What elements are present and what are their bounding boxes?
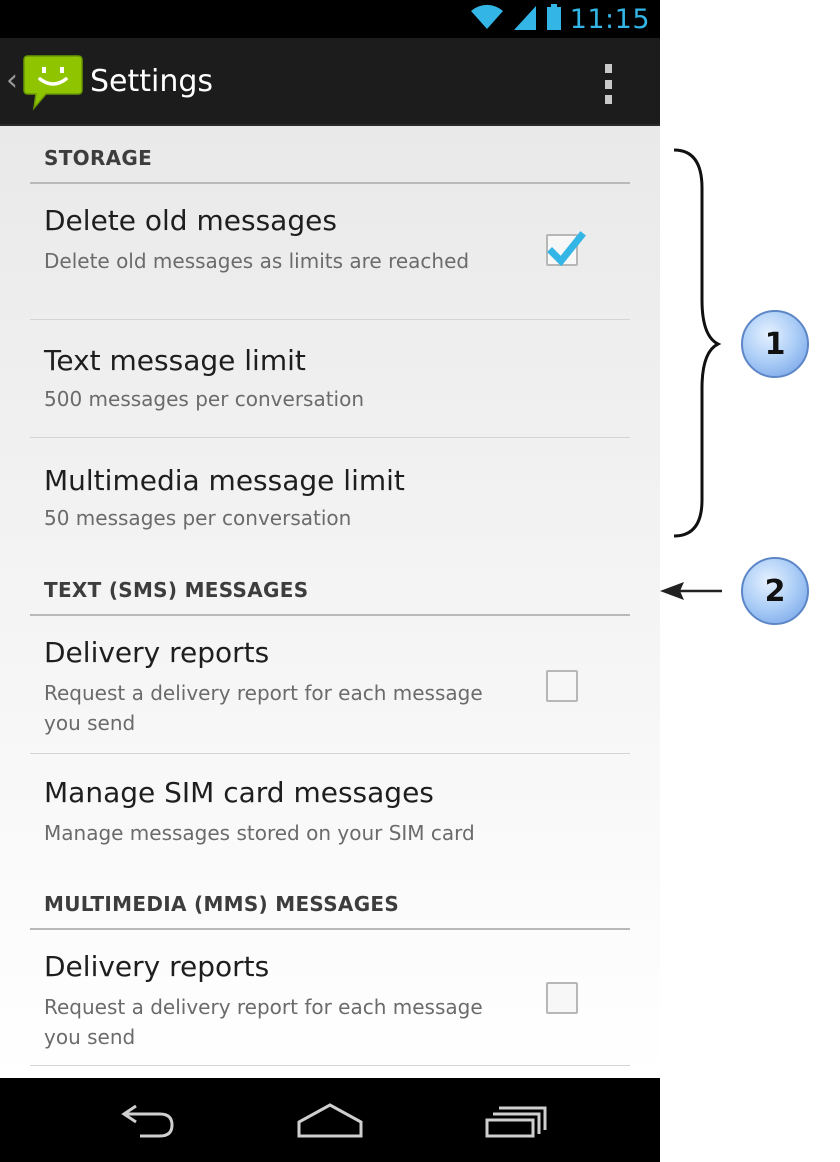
pref-title: Delete old messages: [44, 204, 337, 237]
pref-title: Text message limit: [44, 344, 306, 377]
section-header-label: STORAGE: [44, 146, 153, 170]
checkbox-sms-delivery-reports[interactable]: [546, 670, 578, 702]
section-header-sms: TEXT (SMS) MESSAGES: [30, 550, 630, 616]
signal-icon: [512, 3, 538, 35]
annotated-screenshot: 11:15 ‹ Settings STORAGE Delete old mess…: [0, 0, 840, 1162]
pref-manage-sim-card-messages[interactable]: Manage SIM card messages Manage messages…: [30, 754, 630, 866]
section-header-storage: STORAGE: [30, 126, 630, 184]
back-icon[interactable]: [106, 1098, 186, 1142]
checkbox-delete-old-messages[interactable]: [546, 231, 586, 267]
pref-summary: 50 messages per conversation: [44, 506, 352, 530]
checkbox-mms-delivery-reports[interactable]: [546, 982, 578, 1014]
pref-text-message-limit[interactable]: Text message limit 500 messages per conv…: [30, 320, 630, 438]
section-header-label: TEXT (SMS) MESSAGES: [44, 578, 309, 602]
up-caret-icon[interactable]: ‹: [6, 66, 18, 96]
brace-annotation: [673, 148, 722, 538]
pref-title: Delivery reports: [44, 636, 270, 669]
pref-summary: Delete old messages as limits are reache…: [44, 249, 470, 273]
wifi-icon: [470, 3, 504, 35]
home-icon[interactable]: [290, 1098, 370, 1142]
messaging-smiley-icon[interactable]: [22, 52, 84, 112]
phone-screen: 11:15 ‹ Settings STORAGE Delete old mess…: [0, 0, 660, 1162]
pref-title: Delivery reports: [44, 950, 270, 983]
section-header-mms: MULTIMEDIA (MMS) MESSAGES: [30, 866, 630, 930]
pref-multimedia-message-limit[interactable]: Multimedia message limit 50 messages per…: [30, 438, 630, 550]
action-bar: ‹ Settings: [0, 38, 660, 126]
pref-summary: 500 messages per conversation: [44, 387, 365, 411]
arrow-annotation: [660, 582, 722, 600]
settings-list: STORAGE Delete old messages Delete old m…: [0, 126, 660, 1078]
section-header-label: MULTIMEDIA (MMS) MESSAGES: [44, 892, 400, 916]
navigation-bar: [0, 1078, 660, 1162]
pref-summary: Request a delivery report for each messa…: [44, 681, 483, 735]
callout-badge-2: 2: [741, 557, 809, 625]
overflow-menu-icon[interactable]: [596, 62, 620, 106]
pref-summary: Request a delivery report for each messa…: [44, 995, 483, 1049]
pref-mms-delivery-reports[interactable]: Delivery reports Request a delivery repo…: [30, 930, 630, 1066]
pref-summary: Manage messages stored on your SIM card: [44, 821, 475, 845]
status-time: 11:15: [569, 3, 650, 35]
checkmark-icon: [547, 231, 586, 267]
status-icons: 11:15: [470, 0, 650, 38]
pref-delete-old-messages[interactable]: Delete old messages Delete old messages …: [30, 184, 630, 320]
battery-icon: [546, 3, 562, 35]
pref-title: Multimedia message limit: [44, 464, 405, 497]
recent-apps-icon[interactable]: [474, 1098, 554, 1142]
status-bar: 11:15: [0, 0, 660, 38]
pref-title: Manage SIM card messages: [44, 776, 434, 809]
action-bar-title: Settings: [90, 64, 214, 99]
callout-badge-1: 1: [741, 310, 809, 378]
pref-sms-delivery-reports[interactable]: Delivery reports Request a delivery repo…: [30, 616, 630, 754]
